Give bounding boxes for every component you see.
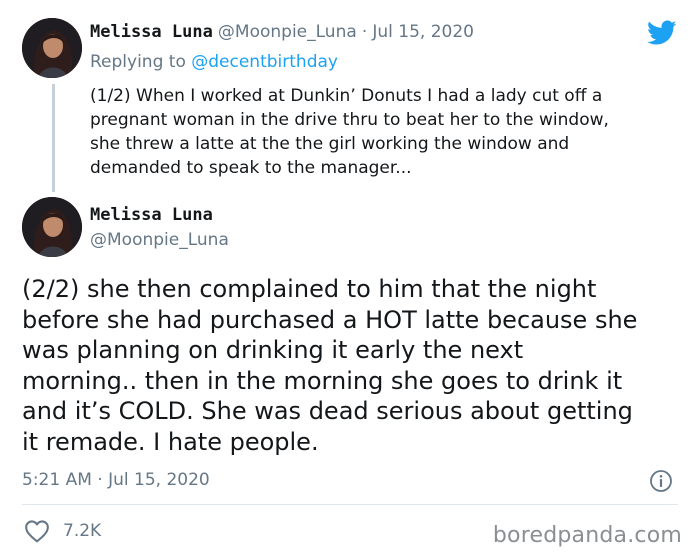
main-text-line: it remade. I hate people.	[22, 427, 319, 456]
author-name[interactable]: Melissa Luna	[90, 205, 213, 225]
reply-text-line: demanded to speak to the manager...	[90, 158, 412, 178]
replying-to-label: Replying to	[90, 52, 186, 72]
tweet-timestamp[interactable]: 5:21 AM · Jul 15, 2020	[22, 470, 210, 490]
thread-connector-line	[52, 84, 55, 192]
heart-icon[interactable]	[24, 519, 50, 543]
avatar[interactable]	[22, 197, 82, 257]
watermark: boredpanda.com	[492, 523, 682, 548]
reply-text-line: pregnant woman in the drive thru to beat…	[90, 110, 609, 130]
author-handle[interactable]: @Moonpie_Luna	[218, 22, 357, 42]
reply-text-line: (1/2) When I worked at Dunkin’ Donuts I …	[90, 86, 603, 106]
author-handle[interactable]: @Moonpie_Luna	[90, 230, 229, 250]
main-text-line: morning.. then in the morning she goes t…	[22, 366, 623, 395]
separator-dot: ·	[361, 22, 368, 42]
main-text-line: was planning on drinking it early the ne…	[22, 336, 524, 364]
info-icon[interactable]	[649, 469, 673, 493]
reply-text-line: she threw a latte at the the girl workin…	[90, 134, 570, 154]
main-tweet-body: (2/2) she then complained to him that th…	[22, 274, 637, 457]
reply-tweet-header: Melissa Luna @Moonpie_Luna · Jul 15, 202…	[90, 22, 474, 42]
replying-to-handle[interactable]: @decentbirthday	[191, 52, 338, 72]
replying-to-line: Replying to @decentbirthday	[90, 52, 338, 72]
author-name[interactable]: Melissa Luna	[90, 22, 213, 42]
divider	[22, 504, 678, 505]
main-text-line: (2/2) she then complained to him that th…	[22, 275, 597, 303]
avatar[interactable]	[22, 18, 82, 78]
tweet-date[interactable]: Jul 15, 2020	[372, 22, 474, 42]
twitter-bird-icon	[647, 20, 677, 46]
main-text-line: before she had purchased a HOT latte bec…	[22, 305, 638, 334]
main-text-line: and it’s COLD. She was dead serious abou…	[22, 397, 633, 425]
reply-tweet-body: (1/2) When I worked at Dunkin’ Donuts I …	[90, 84, 609, 180]
like-count[interactable]: 7.2K	[63, 521, 101, 541]
